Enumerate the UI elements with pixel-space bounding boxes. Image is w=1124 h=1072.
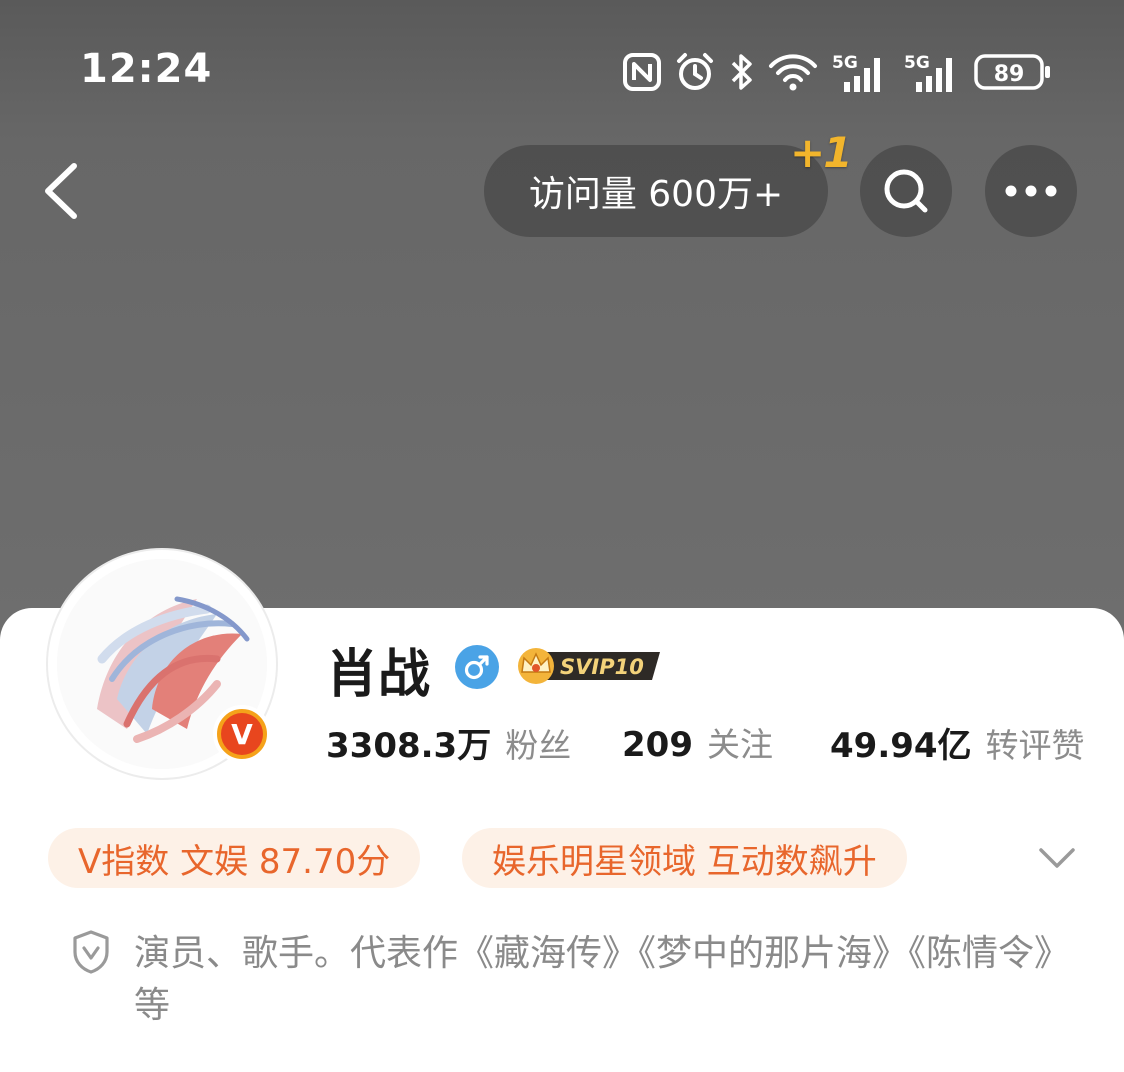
status-icons: 5G 5G 89 <box>622 50 1052 94</box>
stat-engagement[interactable]: 49.94亿 转评赞 <box>830 718 1085 767</box>
bio-text: 演员、歌手。代表作《藏海传》《梦中的那片海》《陈情令》等 <box>134 933 1053 1026</box>
wifi-icon <box>769 54 817 91</box>
username: 肖战 <box>326 645 431 705</box>
svip-label: SVIP10 <box>560 655 644 679</box>
status-bar: 12:24 5G 5G 89 <box>0 0 1124 120</box>
stat-value: 49.94亿 <box>830 726 972 766</box>
stat-value: 209 <box>622 725 693 765</box>
shield-check-icon <box>73 930 109 974</box>
stat-following[interactable]: 209 关注 <box>622 718 773 766</box>
stat-label: 关注 <box>706 725 773 764</box>
bluetooth-icon <box>731 54 752 90</box>
more-button[interactable] <box>985 145 1077 237</box>
alarm-icon <box>677 53 713 90</box>
stat-label: 粉丝 <box>505 726 572 765</box>
plus-one-badge: +1 <box>790 128 852 177</box>
stat-value: 3308.3万 <box>326 726 492 766</box>
stat-label: 转评赞 <box>985 726 1085 765</box>
back-button[interactable] <box>36 158 92 224</box>
signal-5g-icon: 5G <box>904 53 952 92</box>
tag-v-index[interactable]: V指数 文娱 87.70分 <box>48 828 421 888</box>
stat-followers[interactable]: 3308.3万 粉丝 <box>326 718 571 767</box>
battery-icon: 89 <box>974 54 1050 90</box>
visits-counter[interactable]: 访问量 600万+ <box>484 145 828 237</box>
expand-tags-button[interactable] <box>1036 840 1078 876</box>
tag-domain-trend[interactable]: 娱乐明星领域 互动数飙升 <box>462 828 907 888</box>
battery-level: 89 <box>994 62 1025 87</box>
nfc-icon <box>623 53 661 91</box>
male-icon <box>455 645 499 689</box>
signal-5g-icon: 5G <box>832 53 880 92</box>
search-button[interactable] <box>860 145 952 237</box>
status-time: 12:24 <box>80 46 213 92</box>
chevron-down-icon <box>1039 848 1075 868</box>
svg-text:5G: 5G <box>904 53 930 73</box>
back-arrow-icon <box>45 163 77 219</box>
svip-badge[interactable]: SVIP10 <box>512 644 664 688</box>
profile-stats: 3308.3万 粉丝 209 关注 49.94亿 转评赞 <box>0 718 1124 766</box>
search-icon <box>884 169 928 213</box>
svg-text:5G: 5G <box>832 53 858 73</box>
more-icon <box>1005 185 1057 197</box>
crown-icon <box>518 648 554 684</box>
visits-label: 访问量 600万+ <box>528 174 784 215</box>
